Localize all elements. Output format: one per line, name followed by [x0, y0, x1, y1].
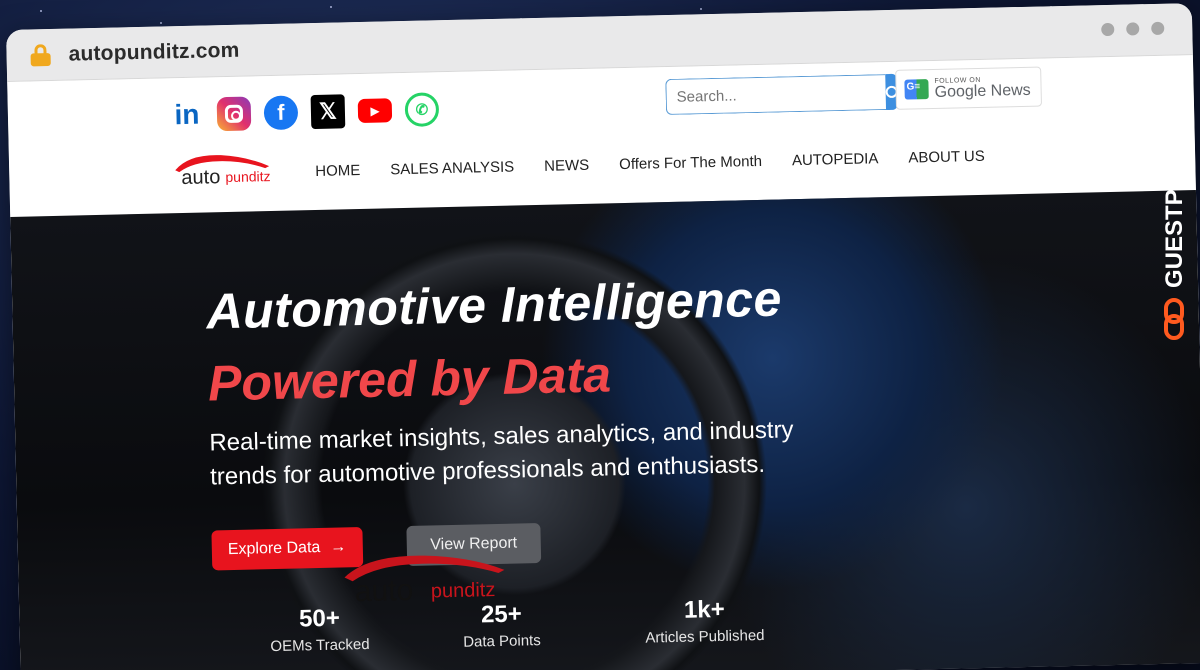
steering-wheel-logo: auto punditz: [344, 555, 505, 608]
x-icon[interactable]: 𝕏: [310, 94, 346, 130]
main-nav: HOME SALES ANALYSIS NEWS Offers For The …: [315, 148, 985, 180]
search-box: [665, 73, 899, 116]
instagram-icon[interactable]: [216, 96, 252, 132]
nav-home[interactable]: HOME: [315, 162, 360, 180]
lock-icon: [30, 43, 51, 66]
nav-sales-analysis[interactable]: SALES ANALYSIS: [390, 159, 514, 179]
stat-oems: 50+ OEMs Tracked: [269, 604, 370, 656]
stat-articles: 1k+ Articles Published: [639, 595, 770, 647]
svg-text:GUESTPOSTLINKS: GUESTPOSTLINKS: [1161, 68, 1188, 288]
hero-title-accent: Powered by Data: [207, 346, 612, 412]
facebook-icon[interactable]: f: [263, 95, 299, 131]
window-dot-icon[interactable]: [1126, 22, 1140, 36]
stat-label: Data Points: [463, 632, 541, 651]
window-controls: [1101, 21, 1165, 37]
svg-text:punditz: punditz: [431, 579, 496, 602]
hero-subtitle: Real-time market insights, sales analyti…: [209, 416, 794, 491]
google-news-label: Google News: [934, 81, 1031, 101]
hero-title: Automotive Intelligence: [205, 270, 783, 340]
stat-label: Articles Published: [645, 626, 765, 647]
nav-offers[interactable]: Offers For The Month: [619, 153, 762, 173]
window-dot-icon[interactable]: [1101, 22, 1115, 37]
hero-section: Automotive Intelligence Powered by Data …: [10, 190, 1200, 670]
nav-about-us[interactable]: ABOUT US: [908, 148, 985, 167]
stat-value: 50+: [298, 604, 341, 633]
url-text[interactable]: autopunditz.com: [68, 38, 239, 66]
guestpostlinks-watermark: GUESTPOSTLINKS: [1161, 68, 1188, 340]
window-dot-icon[interactable]: [1151, 21, 1165, 36]
site-header: in f 𝕏 ▶ ✆ FOLLOW ON Google News auto pu…: [7, 55, 1196, 217]
svg-text:auto: auto: [181, 166, 220, 189]
chain-link-icon: [1164, 298, 1184, 340]
browser-window: autopunditz.com in f 𝕏 ▶ ✆ FOLLOW ON Goo…: [6, 3, 1200, 670]
google-news-icon: [904, 79, 929, 100]
whatsapp-icon[interactable]: ✆: [404, 92, 440, 127]
stat-value: 1k+: [683, 595, 725, 624]
social-links: in f 𝕏 ▶ ✆: [169, 92, 440, 133]
stat-data-points: 25+ Data Points: [451, 600, 552, 651]
google-news-badge[interactable]: FOLLOW ON Google News: [895, 66, 1043, 110]
youtube-icon[interactable]: ▶: [357, 98, 393, 124]
nav-autopedia[interactable]: AUTOPEDIA: [792, 150, 879, 169]
stat-label: OEMs Tracked: [270, 635, 370, 656]
stats-row: 50+ OEMs Tracked 25+ Data Points 1k+ Art…: [269, 595, 770, 655]
nav-news[interactable]: NEWS: [544, 157, 589, 175]
stat-value: 25+: [480, 600, 523, 629]
search-input[interactable]: [665, 74, 887, 116]
svg-text:punditz: punditz: [225, 168, 271, 185]
explore-data-label: Explore Data: [227, 539, 321, 559]
linkedin-icon[interactable]: in: [169, 97, 205, 133]
site-logo[interactable]: auto punditz: [169, 148, 278, 190]
